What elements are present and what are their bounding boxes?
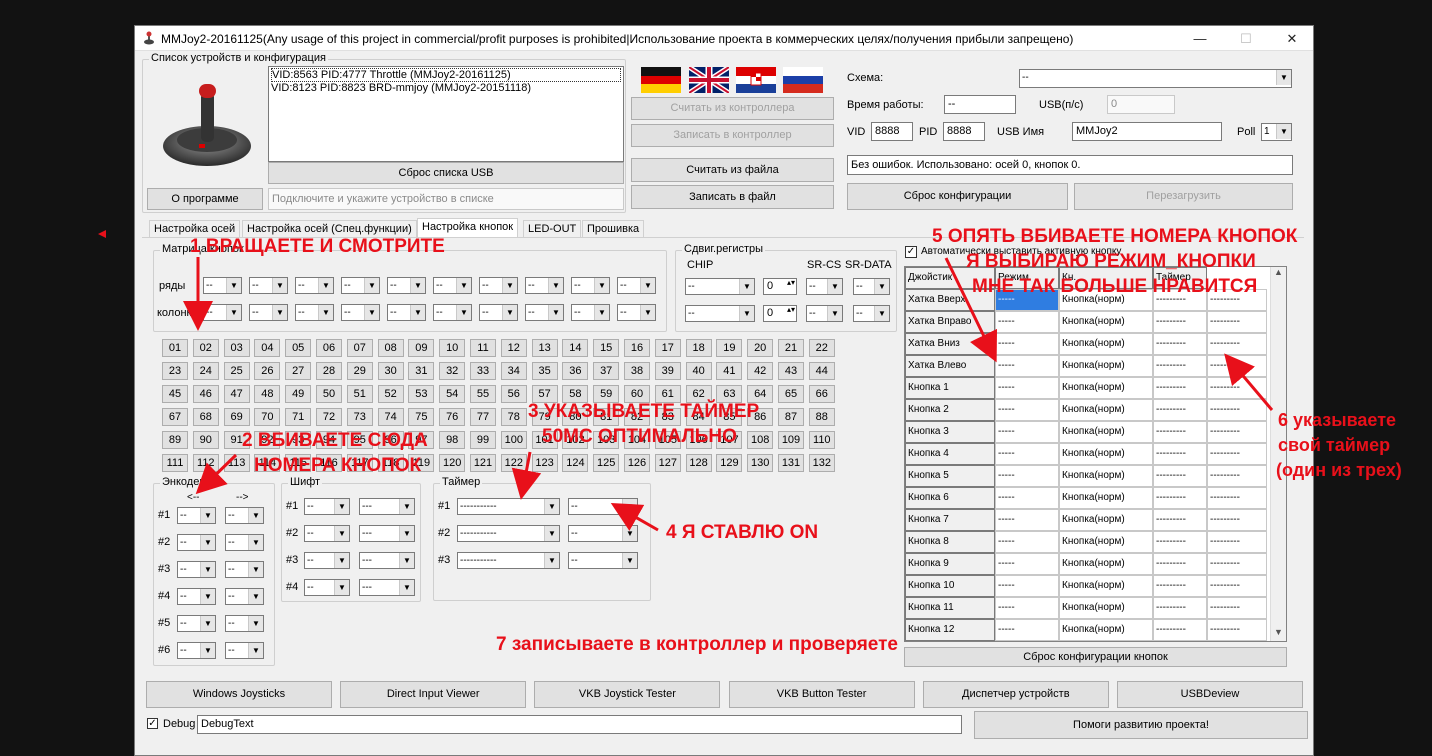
annotation-3a: 3 УКАЗЫВАЕТЕ ТАЙМЕР: [528, 401, 760, 422]
annotation-2a: 2 ВБИВАЕТЕ СЮДА: [242, 430, 428, 451]
arrow-2: [195, 453, 238, 495]
arrow-4: [610, 503, 659, 532]
annotation-5c: МНЕ ТАК БОЛЬШЕ НРАВИТСЯ: [972, 276, 1258, 297]
annotation-4: 4 Я СТАВЛЮ ON: [666, 522, 819, 543]
annotation-6c: (один из трех): [1276, 460, 1402, 480]
arrow-6: [1224, 353, 1274, 411]
annotation-5a: 5 ОПЯТЬ ВБИВАЕТЕ НОМЕРА КНОПОК: [932, 226, 1298, 247]
annotation-7: 7 записываете в контроллер и проверяете: [496, 634, 898, 655]
annotation-2b: НОМЕРА КНОПОК: [254, 455, 422, 476]
annotation-6b: свой таймер: [1278, 435, 1391, 455]
annotation-6a: 6 указываете: [1278, 410, 1397, 430]
marker-icon: [98, 230, 106, 238]
arrow-3: [511, 451, 542, 500]
annotation-1: 1 ВРАЩАЕТЕ И СМОТРИТЕ: [190, 236, 445, 257]
annotation-3b: 50МС ОПТИМАЛЬНО: [542, 426, 737, 447]
annotation-5b: Я ВЫБИРАЮ РЕЖИМ_КНОПКИ: [966, 251, 1256, 272]
